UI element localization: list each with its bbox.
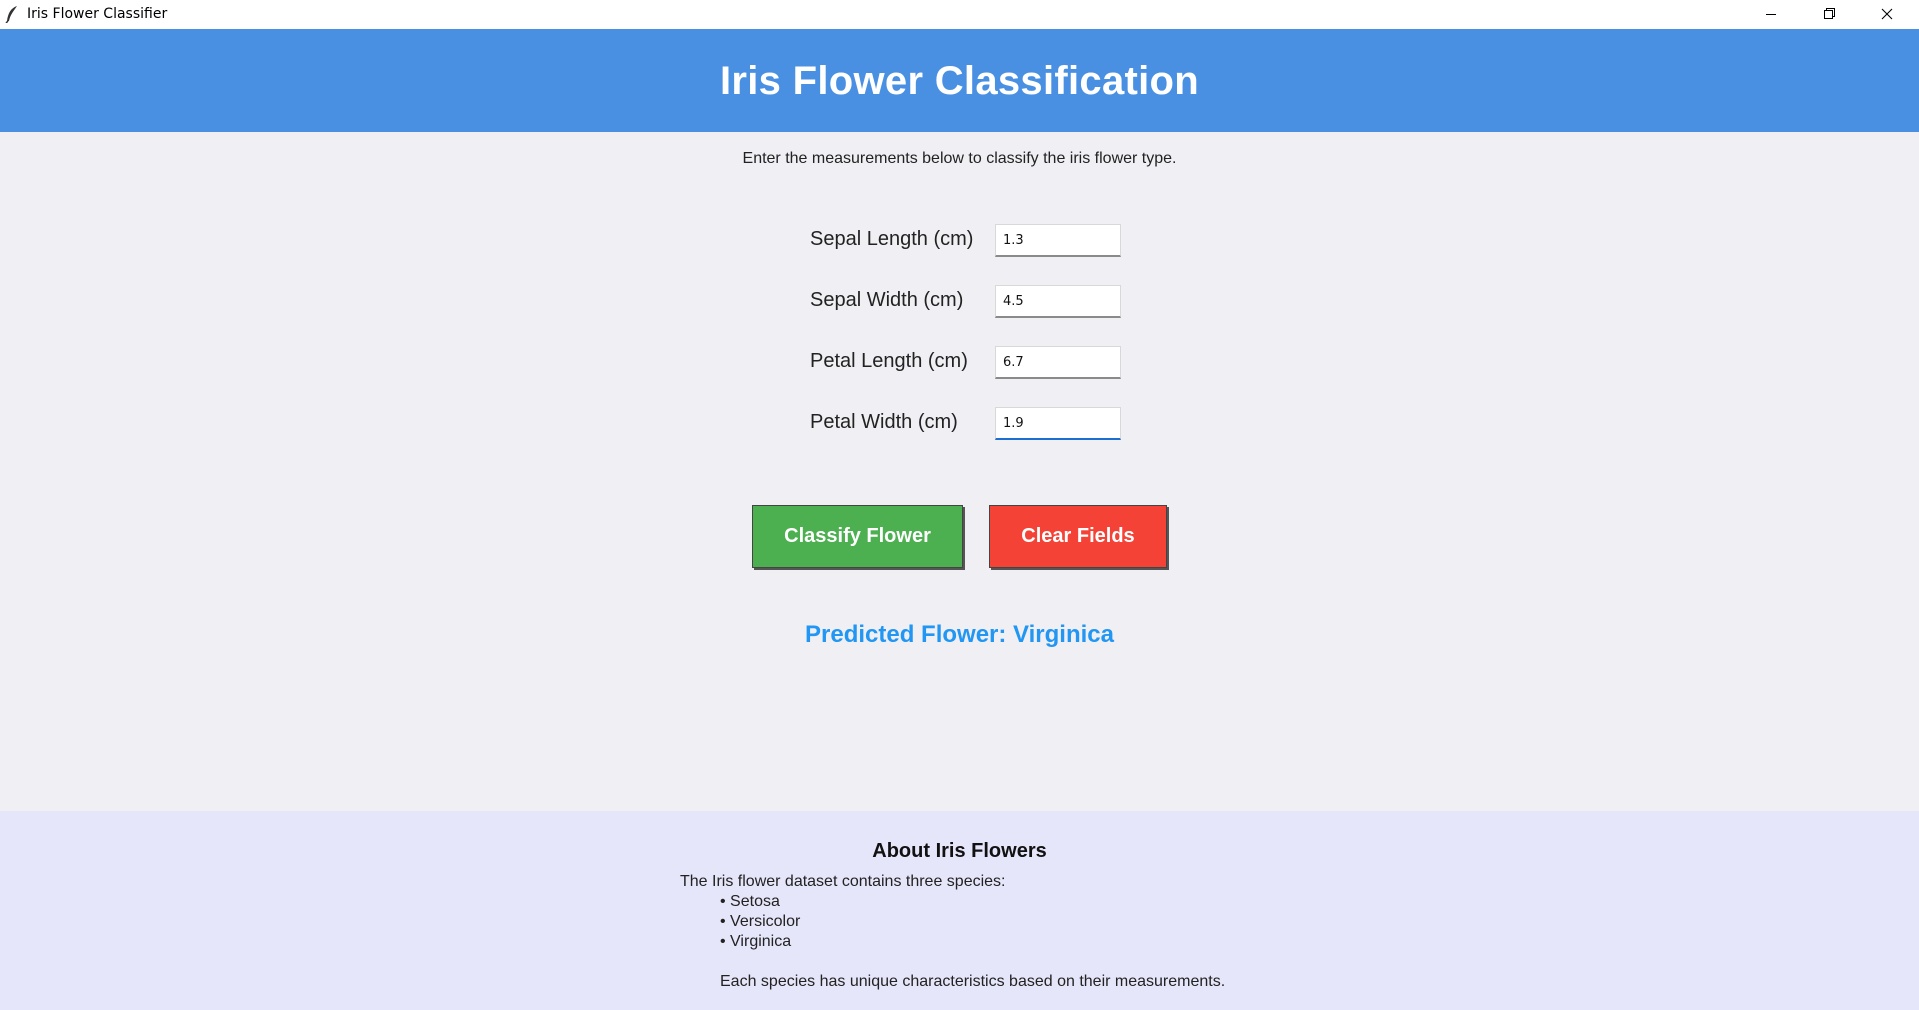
restore-icon xyxy=(1824,8,1835,19)
species-item-virginica: • Virginica xyxy=(720,933,792,950)
sepal-width-label: Sepal Width (cm) xyxy=(810,289,964,311)
about-panel: About Iris Flowers The Iris flower datas… xyxy=(0,811,1919,1010)
app-header: Iris Flower Classification xyxy=(0,29,1919,132)
close-button[interactable] xyxy=(1858,0,1916,29)
instruction-text: Enter the measurements below to classify… xyxy=(742,150,1177,167)
title-bar: Iris Flower Classifier xyxy=(0,0,1919,30)
about-outro: Each species has unique characteristics … xyxy=(720,973,1226,990)
species-item-versicolor: • Versicolor xyxy=(720,913,801,930)
window-title: Iris Flower Classifier xyxy=(27,6,168,22)
about-intro: The Iris flower dataset contains three s… xyxy=(680,873,1006,890)
sepal-width-input[interactable] xyxy=(995,285,1121,318)
petal-length-input[interactable] xyxy=(995,346,1121,379)
close-icon xyxy=(1881,8,1893,20)
petal-width-input[interactable] xyxy=(995,407,1121,440)
about-title: About Iris Flowers xyxy=(872,840,1047,862)
sepal-length-input[interactable] xyxy=(995,224,1121,257)
minimize-button[interactable] xyxy=(1742,0,1800,29)
restore-button[interactable] xyxy=(1800,0,1858,29)
sepal-length-label: Sepal Length (cm) xyxy=(810,228,974,250)
prediction-result: Predicted Flower: Virginica xyxy=(805,621,1114,648)
petal-length-label: Petal Length (cm) xyxy=(810,350,968,372)
clear-fields-button[interactable]: Clear Fields xyxy=(989,505,1167,568)
app-window: Iris Flower Classifier Iris Flower Class… xyxy=(0,0,1919,1010)
petal-width-label: Petal Width (cm) xyxy=(810,411,958,433)
minimize-icon xyxy=(1766,14,1776,15)
species-item-setosa: • Setosa xyxy=(720,893,780,910)
classify-flower-button[interactable]: Classify Flower xyxy=(752,505,963,568)
page-title: Iris Flower Classification xyxy=(719,59,1200,103)
feather-icon xyxy=(5,5,19,24)
